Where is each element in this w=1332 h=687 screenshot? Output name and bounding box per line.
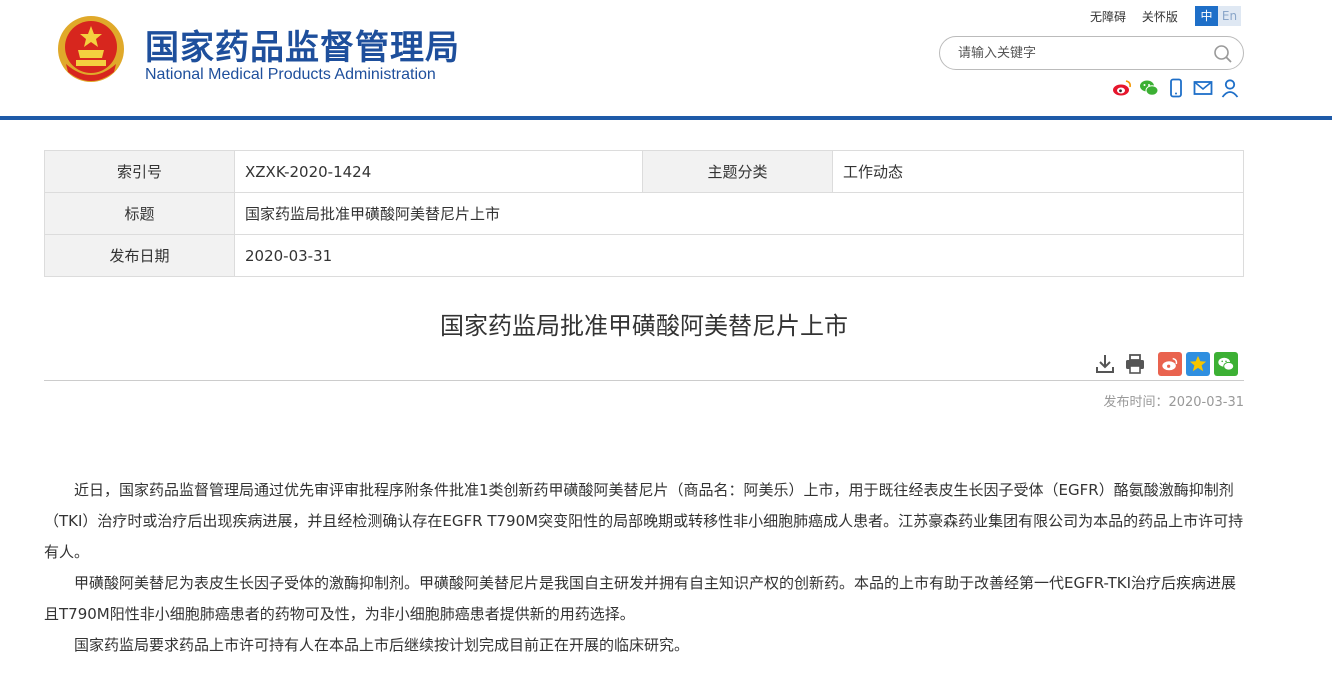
paragraph: 近日，国家药品监督管理局通过优先审评审批程序附条件批准1类创新药甲磺酸阿美替尼片…	[44, 481, 1244, 561]
info-row: 发布日期 2020-03-31	[44, 234, 1244, 277]
download-icon[interactable]	[1094, 353, 1116, 375]
index-value: XZXK-2020-1424	[234, 150, 643, 193]
category-label: 主题分类	[642, 150, 833, 193]
print-icon[interactable]	[1124, 353, 1146, 375]
social-links	[1112, 78, 1240, 98]
title-value: 国家药监局批准甲磺酸阿美替尼片上市	[234, 192, 1244, 235]
search-box	[939, 36, 1244, 70]
lang-zh-button[interactable]: 中	[1195, 6, 1218, 26]
article-tools	[1094, 352, 1238, 376]
share-qzone-icon[interactable]	[1186, 352, 1210, 376]
weibo-icon[interactable]	[1112, 78, 1132, 98]
lang-en-button[interactable]: En	[1218, 6, 1241, 26]
paragraph: 国家药监局要求药品上市许可持有人在本品上市后继续按计划完成目前正在开展的临床研究…	[74, 636, 690, 654]
article-body: 近日，国家药品监督管理局通过优先审评审批程序附条件批准1类创新药甲磺酸阿美替尼片…	[44, 475, 1244, 661]
site-name-en: National Medical Products Administration	[145, 66, 436, 83]
wechat-icon[interactable]	[1139, 78, 1159, 98]
date-value: 2020-03-31	[234, 234, 1244, 277]
site-header: 国家药品监督管理局 National Medical Products Admi…	[0, 0, 1332, 117]
info-row: 标题 国家药监局批准甲磺酸阿美替尼片上市	[44, 192, 1244, 235]
share-weibo-icon[interactable]	[1158, 352, 1182, 376]
national-emblem-icon	[58, 16, 124, 82]
title-label: 标题	[44, 192, 235, 235]
mobile-icon[interactable]	[1166, 78, 1186, 98]
language-switch: 中 En	[1195, 6, 1241, 26]
wechat-glyph-icon	[1218, 357, 1235, 371]
search-icon[interactable]	[1213, 44, 1233, 64]
top-links: 无障碍 关怀版	[1090, 8, 1190, 25]
info-row: 索引号 XZXK-2020-1424 主题分类 工作动态	[44, 150, 1244, 193]
care-mode-link[interactable]: 关怀版	[1142, 10, 1178, 24]
publish-time: 发布时间：2020-03-31	[1103, 395, 1244, 410]
article-title: 国家药监局批准甲磺酸阿美替尼片上市	[440, 312, 848, 340]
title-divider	[44, 380, 1244, 381]
site-name-cn: 国家药品监督管理局	[145, 28, 460, 68]
header-divider-bar	[0, 116, 1332, 120]
date-label: 发布日期	[44, 234, 235, 277]
share-wechat-icon[interactable]	[1214, 352, 1238, 376]
category-value: 工作动态	[832, 150, 1244, 193]
article-info-table: 索引号 XZXK-2020-1424 主题分类 工作动态 标题 国家药监局批准甲…	[44, 150, 1244, 277]
paragraph: 甲磺酸阿美替尼为表皮生长因子受体的激酶抑制剂。甲磺酸阿美替尼片是我国自主研发并拥…	[44, 574, 1237, 623]
search-input[interactable]	[958, 45, 1198, 61]
accessibility-link[interactable]: 无障碍	[1090, 10, 1126, 24]
star-icon	[1189, 355, 1207, 372]
weibo-glyph-icon	[1162, 357, 1178, 371]
user-icon[interactable]	[1220, 78, 1240, 98]
index-label: 索引号	[44, 150, 235, 193]
mail-icon[interactable]	[1193, 78, 1213, 98]
